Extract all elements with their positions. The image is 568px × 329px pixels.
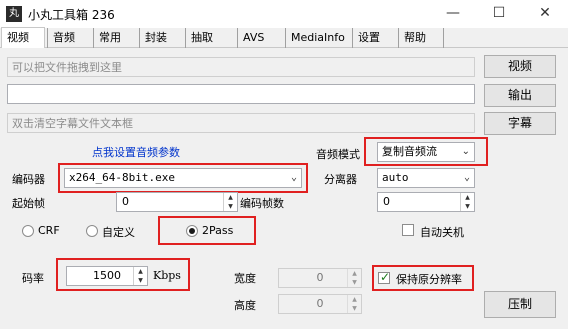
spinner-arrows-icon: ▲ ▼ — [347, 269, 361, 287]
tab-mediainfo[interactable]: MediaInfo — [285, 28, 350, 48]
encode-frames-label: 编码帧数 — [240, 197, 284, 210]
height-spinner[interactable]: 0 ▲ ▼ — [278, 294, 362, 314]
chevron-down-icon: ⌄ — [461, 146, 470, 157]
custom-radio[interactable] — [86, 225, 98, 237]
start-frame-spinner[interactable]: 0 ▲ ▼ — [116, 192, 238, 212]
spinner-arrows-icon[interactable]: ▲ ▼ — [460, 193, 474, 211]
height-value: 0 — [316, 297, 324, 310]
chevron-down-icon: ⌄ — [463, 172, 470, 183]
encode-frames-value: 0 — [383, 195, 390, 208]
radio-selected-dot — [189, 228, 195, 234]
spinner-arrows-icon[interactable]: ▲ ▼ — [223, 193, 237, 211]
bitrate-label: 码率 — [22, 272, 44, 285]
tab-settings[interactable]: 设置 — [352, 28, 398, 48]
tab-avs[interactable]: AVS — [237, 28, 285, 48]
custom-radio-label: 自定义 — [102, 226, 135, 239]
bitrate-unit: Kbps — [153, 269, 181, 282]
audio-mode-value: 复制音频流 — [382, 145, 437, 158]
tab-audio[interactable]: 音频 — [47, 28, 93, 48]
start-frame-value: 0 — [122, 195, 129, 208]
splitter-value: auto — [382, 171, 409, 184]
auto-shutdown-label: 自动关机 — [420, 226, 464, 239]
width-value: 0 — [316, 271, 324, 284]
input-file-field[interactable]: 可以把文件拖拽到这里 — [7, 57, 475, 77]
splitter-select[interactable]: auto ⌄ — [377, 168, 475, 188]
tab-common[interactable]: 常用 — [93, 28, 139, 48]
width-spinner[interactable]: 0 ▲ ▼ — [278, 268, 362, 288]
bitrate-spinner[interactable]: 1500 ▲ ▼ — [66, 266, 148, 286]
tab-extract[interactable]: 抽取 — [185, 28, 237, 48]
keep-resolution-label: 保持原分辨率 — [396, 273, 462, 286]
2pass-radio[interactable] — [186, 225, 198, 237]
input-file-placeholder: 可以把文件拖拽到这里 — [12, 61, 122, 74]
subtitle-button[interactable]: 字幕 — [484, 112, 556, 135]
audio-mode-select[interactable]: 复制音频流 ⌄ — [377, 142, 475, 162]
output-file-field[interactable] — [7, 84, 475, 104]
close-button[interactable]: ✕ — [522, 2, 568, 26]
width-label: 宽度 — [234, 272, 256, 285]
crf-radio-label: CRF — [38, 224, 60, 237]
window-title: 小丸工具箱 236 — [28, 8, 115, 22]
spinner-arrows-icon[interactable]: ▲ ▼ — [133, 267, 147, 285]
minimize-button[interactable]: — — [430, 2, 476, 26]
compress-button[interactable]: 压制 — [484, 291, 556, 318]
app-icon: 丸 — [6, 6, 22, 22]
encoder-label: 编码器 — [12, 173, 45, 186]
start-frame-label: 起始帧 — [12, 197, 45, 210]
auto-shutdown-checkbox[interactable] — [402, 224, 414, 236]
keep-resolution-checkbox[interactable]: ✓ — [378, 270, 391, 284]
audio-settings-link[interactable]: 点我设置音频参数 — [92, 144, 180, 160]
video-button[interactable]: 视频 — [484, 55, 556, 78]
output-button[interactable]: 输出 — [484, 84, 556, 107]
audio-mode-label: 音频模式 — [316, 148, 360, 161]
tab-mux[interactable]: 封装 — [139, 28, 185, 48]
splitter-label: 分离器 — [324, 173, 357, 186]
height-label: 高度 — [234, 299, 256, 312]
check-icon: ✓ — [380, 270, 391, 284]
2pass-radio-label: 2Pass — [202, 224, 234, 237]
maximize-button[interactable]: ☐ — [476, 2, 522, 26]
bitrate-value: 1500 — [93, 269, 121, 282]
tab-bar: 视频 音频 常用 封装 抽取 AVS MediaInfo 设置 帮助 — [0, 27, 568, 48]
chevron-down-icon: ⌄ — [290, 172, 297, 183]
crf-radio[interactable] — [22, 225, 34, 237]
encode-frames-spinner[interactable]: 0 ▲ ▼ — [377, 192, 475, 212]
tab-help[interactable]: 帮助 — [398, 28, 444, 48]
subtitle-file-placeholder: 双击清空字幕文件文本框 — [12, 117, 133, 130]
spinner-arrows-icon: ▲ ▼ — [347, 295, 361, 313]
encoder-value: x264_64-8bit.exe — [69, 171, 175, 184]
encoder-select[interactable]: x264_64-8bit.exe ⌄ — [64, 168, 302, 188]
subtitle-file-field[interactable]: 双击清空字幕文件文本框 — [7, 113, 475, 133]
tab-video[interactable]: 视频 — [1, 27, 45, 48]
